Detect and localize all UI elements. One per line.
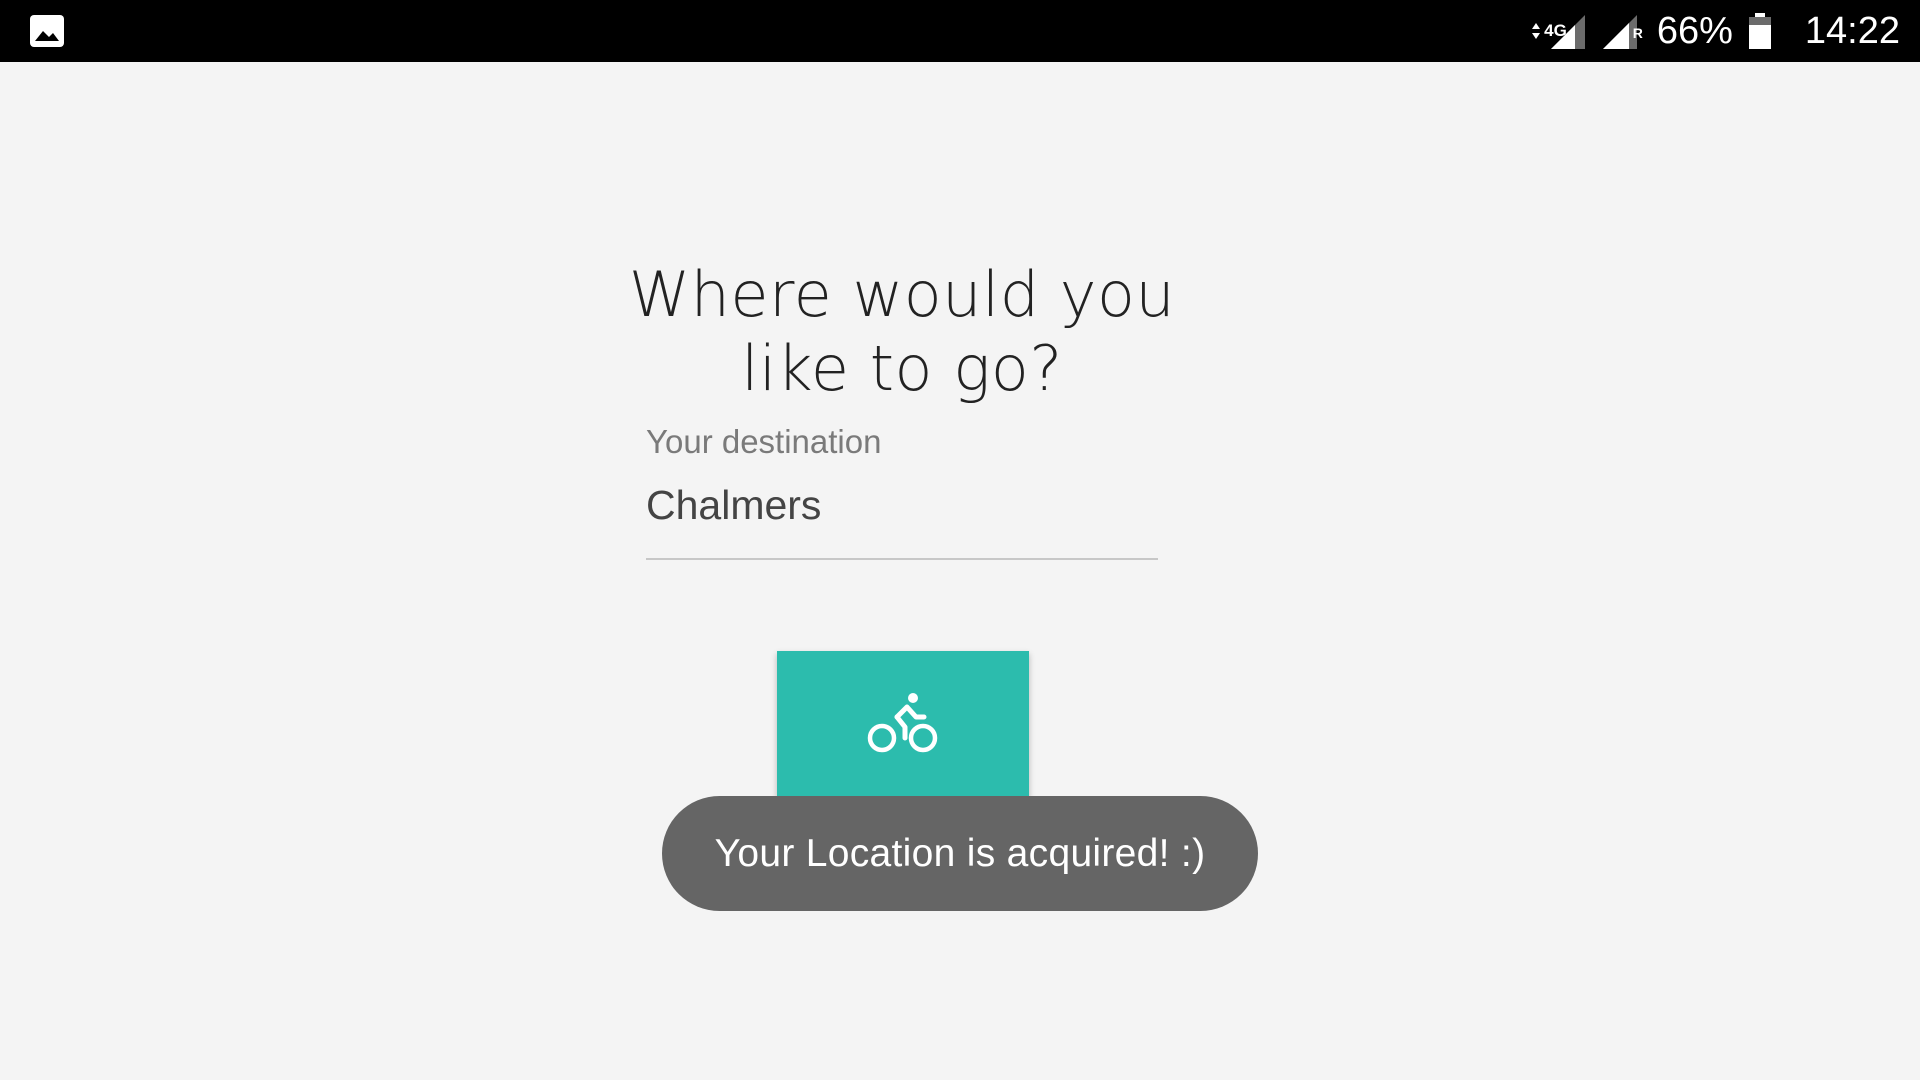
clock: 14:22: [1804, 10, 1900, 52]
destination-label: Your destination: [646, 423, 882, 460]
toast-text: Your Location is acquired! :): [714, 831, 1206, 875]
toast-message: Your Location is acquired! :): [662, 796, 1258, 911]
roaming-signal-icon: R: [1601, 11, 1643, 51]
headline-line-2: like to go?: [741, 332, 1063, 405]
signal-icon: [1549, 11, 1587, 51]
page-title: Where would you like to go?: [560, 258, 1244, 406]
roaming-label: R: [1632, 25, 1643, 41]
image-icon: [29, 14, 65, 48]
headline-line-1: Where would you: [628, 258, 1176, 331]
battery-percent: 66%: [1656, 10, 1733, 52]
main-content: Where would you like to go? Your destina…: [0, 62, 1920, 1080]
destination-underline: [646, 558, 1158, 560]
status-bar: 4G R 66% 14:22: [0, 0, 1920, 62]
status-indicators: 4G R 66% 14:22: [1526, 0, 1900, 62]
battery-icon: [1747, 11, 1773, 51]
destination-field: Your destination Chalmers: [646, 422, 1158, 560]
data-transfer-icon: [1532, 23, 1541, 39]
bicycle-icon: [867, 693, 938, 753]
bike-route-button[interactable]: [777, 651, 1029, 797]
destination-input[interactable]: Chalmers: [646, 480, 1158, 530]
